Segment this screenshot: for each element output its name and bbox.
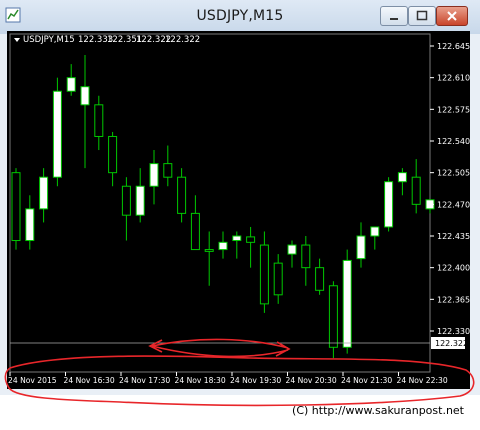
header-symbol: USDJPY,M15 xyxy=(23,35,75,45)
candle-body xyxy=(163,163,173,178)
y-tick-label: 122.645 xyxy=(437,42,470,51)
candle-body xyxy=(246,236,256,243)
candle-body xyxy=(315,267,325,291)
y-tick-label: 122.435 xyxy=(437,232,470,241)
title-bar: USDJPY,M15 xyxy=(0,0,480,34)
candle-body xyxy=(135,185,145,216)
candlestick-chart[interactable]: USDJPY,M15 122.333 122.351 122.322 122.3… xyxy=(7,31,470,389)
x-tick-label: 24 Nov 19:30 xyxy=(230,376,281,385)
candle-body xyxy=(273,262,283,296)
minimize-icon xyxy=(390,18,398,20)
candles xyxy=(11,55,435,359)
close-icon xyxy=(447,11,457,21)
candle-body xyxy=(328,285,338,348)
minimize-button[interactable] xyxy=(380,6,408,26)
credit-text: (C) http://www.sakuranpost.net xyxy=(292,404,464,417)
y-tick-label: 122.400 xyxy=(437,264,470,273)
candle-body xyxy=(149,163,159,187)
candle-body xyxy=(39,176,49,210)
candle-body xyxy=(384,181,394,228)
candle-body xyxy=(80,86,90,106)
terminal-window: USDJPY,M15 USDJPY,M15 122.333 122.351 12… xyxy=(0,0,480,395)
current-price-label: 122.322 xyxy=(435,339,468,348)
y-tick-label: 122.365 xyxy=(437,295,470,304)
candle-body xyxy=(218,241,228,251)
candle-body xyxy=(52,90,62,178)
candle-body xyxy=(356,235,366,260)
header-close: 122.322 xyxy=(165,35,200,45)
candle-body xyxy=(301,244,311,269)
candle-body xyxy=(66,77,76,92)
y-tick-label: 122.610 xyxy=(437,74,470,83)
y-tick-label: 122.470 xyxy=(437,200,470,209)
candle-body xyxy=(108,135,118,174)
x-tick-label: 24 Nov 22:30 xyxy=(397,376,448,385)
x-tick-label: 24 Nov 21:30 xyxy=(341,376,392,385)
candle-body xyxy=(94,104,104,137)
maximize-icon xyxy=(416,10,428,21)
candle-body xyxy=(11,172,21,242)
candle-body xyxy=(342,259,352,348)
x-tick-label: 24 Nov 20:30 xyxy=(286,376,337,385)
candle-body xyxy=(232,235,242,242)
candle-body xyxy=(177,176,187,214)
candle-body xyxy=(397,172,407,183)
time-axis: 24 Nov 2015 24 Nov 16:30 24 Nov 17:30 24 No… xyxy=(8,372,448,385)
maximize-button[interactable] xyxy=(408,6,436,26)
x-tick-label: 24 Nov 18:30 xyxy=(175,376,226,385)
candle-body xyxy=(204,249,214,252)
y-tick-label: 122.330 xyxy=(437,327,470,336)
x-tick-label: 24 Nov 16:30 xyxy=(64,376,115,385)
chart-header: USDJPY,M15 122.333 122.351 122.322 122.3… xyxy=(14,35,200,45)
close-button[interactable] xyxy=(436,6,468,26)
candle-body xyxy=(259,244,269,305)
price-chart[interactable]: USDJPY,M15 122.333 122.351 122.322 122.3… xyxy=(7,31,470,389)
x-tick-label: 24 Nov 17:30 xyxy=(119,376,170,385)
candle-body xyxy=(121,185,131,216)
y-tick-label: 122.505 xyxy=(437,169,470,178)
dropdown-arrow-icon[interactable] xyxy=(14,38,20,42)
candle-body xyxy=(190,212,200,251)
price-axis: 122.645 122.610 122.575 122.540 122.505 122.4… xyxy=(430,42,470,336)
y-tick-label: 122.540 xyxy=(437,137,470,146)
x-tick-label: 24 Nov 2015 xyxy=(8,376,57,385)
candle-body xyxy=(370,226,380,237)
candle-body xyxy=(287,244,297,255)
candle-body xyxy=(411,176,421,205)
candle-body xyxy=(25,208,35,242)
y-tick-label: 122.575 xyxy=(437,105,470,114)
